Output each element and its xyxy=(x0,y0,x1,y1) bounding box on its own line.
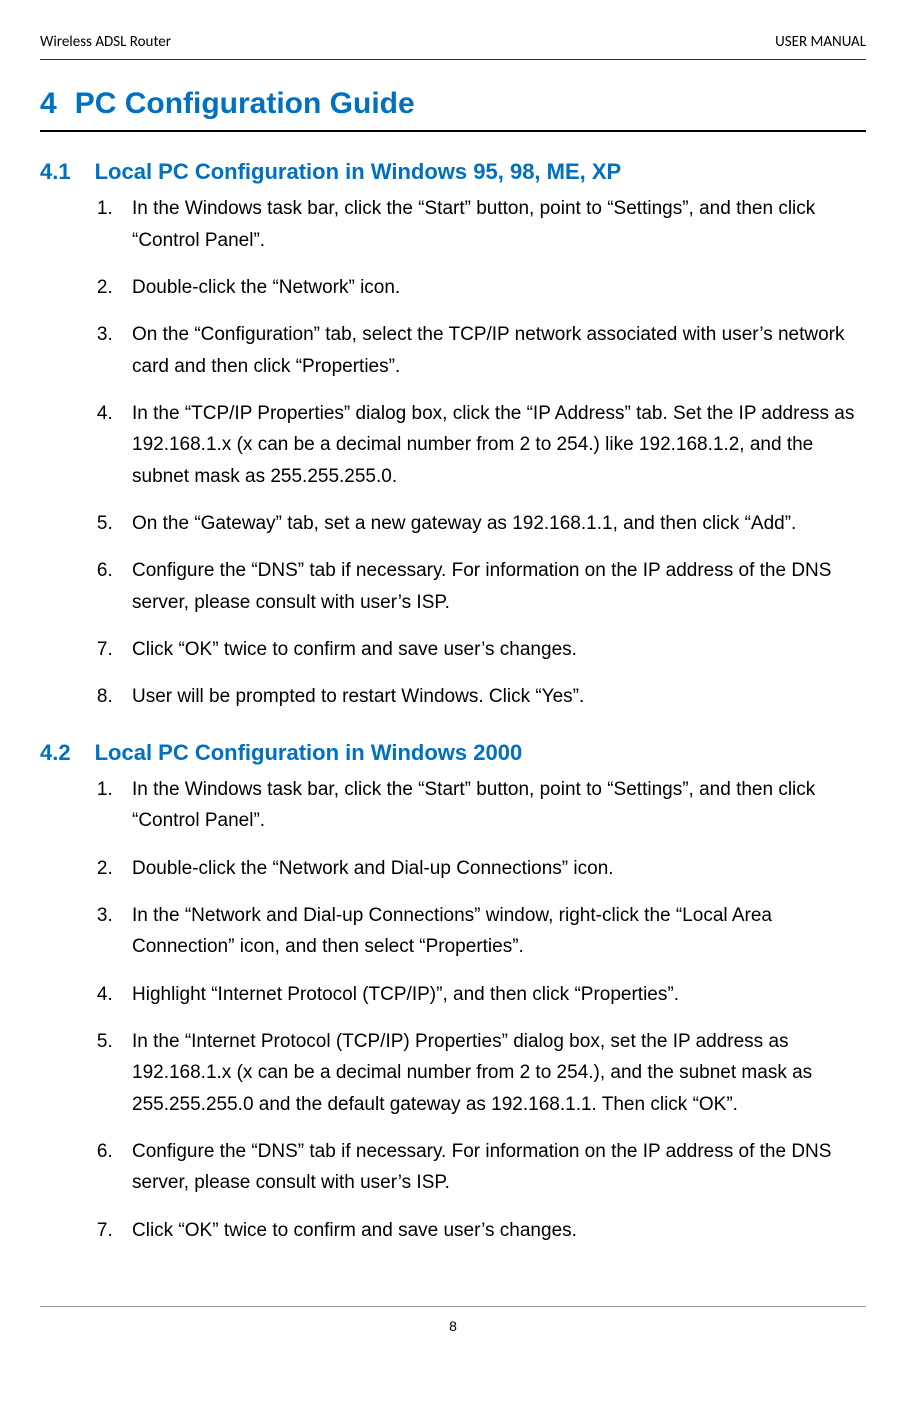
list-item: In the “Internet Protocol (TCP/IP) Prope… xyxy=(118,1026,866,1120)
section1-heading: 4.1 Local PC Configuration in Windows 95,… xyxy=(40,154,866,189)
section1-title: Local PC Configuration in Windows 95, 98… xyxy=(95,159,622,184)
list-item: Double-click the “Network” icon. xyxy=(118,272,866,303)
page-header: Wireless ADSL Router USER MANUAL xyxy=(40,30,866,60)
header-left: Wireless ADSL Router xyxy=(40,30,171,54)
list-item: Configure the “DNS” tab if necessary. Fo… xyxy=(118,555,866,618)
page-footer: 8 xyxy=(40,1306,866,1337)
list-item: On the “Gateway” tab, set a new gateway … xyxy=(118,508,866,539)
section2-title: Local PC Configuration in Windows 2000 xyxy=(95,740,523,765)
list-item: On the “Configuration” tab, select the T… xyxy=(118,319,866,382)
list-item: In the Windows task bar, click the “Star… xyxy=(118,774,866,837)
list-item: Double-click the “Network and Dial-up Co… xyxy=(118,853,866,884)
section2-heading: 4.2 Local PC Configuration in Windows 200… xyxy=(40,735,866,770)
section1-steps: In the Windows task bar, click the “Star… xyxy=(40,193,866,712)
list-item: In the Windows task bar, click the “Star… xyxy=(118,193,866,256)
list-item: Click “OK” twice to confirm and save use… xyxy=(118,634,866,665)
header-right: USER MANUAL xyxy=(775,30,866,54)
section2-steps: In the Windows task bar, click the “Star… xyxy=(40,774,866,1246)
list-item: In the “Network and Dial-up Connections”… xyxy=(118,900,866,963)
chapter-number: 4 xyxy=(40,87,57,120)
list-item: Click “OK” twice to confirm and save use… xyxy=(118,1215,866,1246)
page-number: 8 xyxy=(449,1318,457,1334)
chapter-heading: 4 PC Configuration Guide xyxy=(40,80,866,132)
section2-number: 4.2 xyxy=(40,740,71,765)
list-item: Configure the “DNS” tab if necessary. Fo… xyxy=(118,1136,866,1199)
list-item: User will be prompted to restart Windows… xyxy=(118,681,866,712)
chapter-title: PC Configuration Guide xyxy=(75,87,415,120)
list-item: In the “TCP/IP Properties” dialog box, c… xyxy=(118,398,866,492)
section1-number: 4.1 xyxy=(40,159,71,184)
list-item: Highlight “Internet Protocol (TCP/IP)”, … xyxy=(118,979,866,1010)
